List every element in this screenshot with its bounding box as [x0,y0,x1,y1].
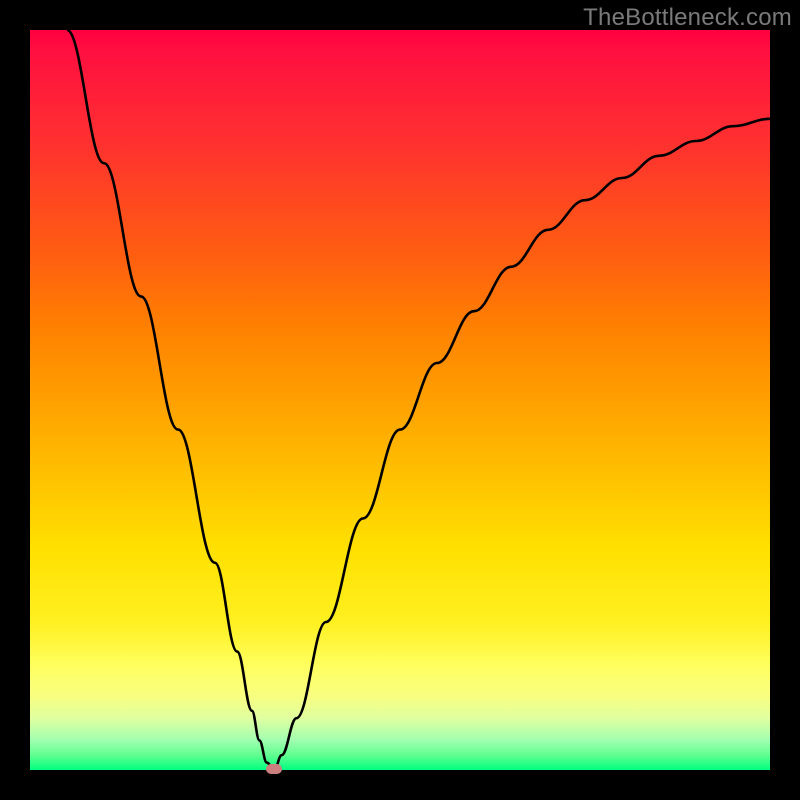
optimum-marker [266,764,282,774]
watermark-text: TheBottleneck.com [583,4,792,32]
plot-area [30,30,770,770]
chart-frame: TheBottleneck.com [0,0,800,800]
curve-layer [30,30,770,770]
bottleneck-curve [67,30,770,770]
